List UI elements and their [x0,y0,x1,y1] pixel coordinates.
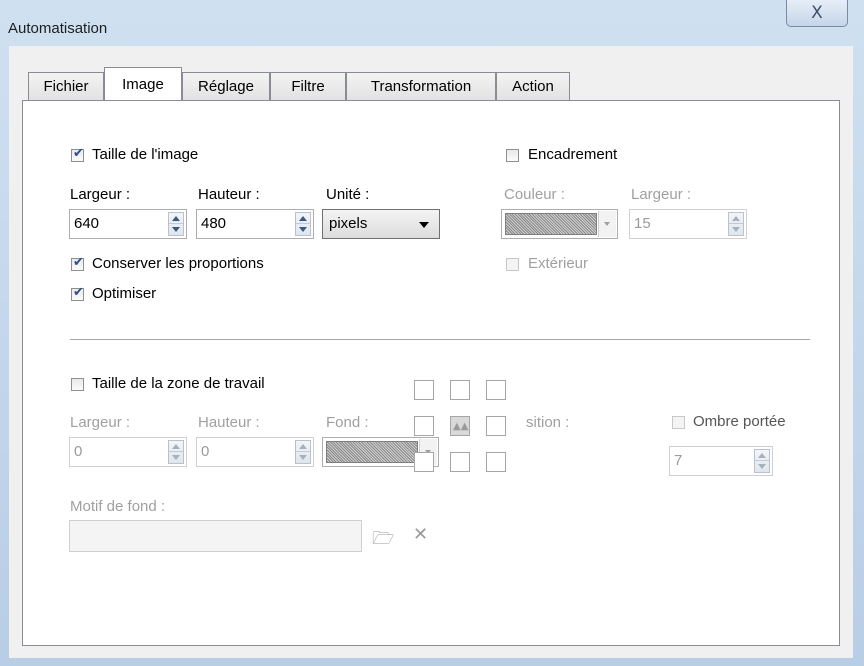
frame-color-label: Couleur : [504,186,565,203]
background-pattern-label: Motif de fond : [70,498,166,515]
image-height-spinner[interactable]: 480 [196,209,314,239]
position-anchor-middle-left[interactable] [414,416,434,436]
position-anchor-top-center[interactable] [450,380,470,400]
section-divider [70,339,810,340]
unit-value: pixels [329,215,368,232]
position-anchor-middle-right[interactable] [486,416,506,436]
chevron-down-icon [419,222,429,228]
optimize-label: Optimiser [92,285,157,302]
tab-action[interactable]: Action [496,72,570,100]
close-x-icon[interactable]: ✕ [413,524,428,545]
keep-ratio-checkbox[interactable]: ✔ [71,255,84,271]
frame-width-label: Largeur : [631,186,692,203]
canvas-width-stepper-arrows[interactable] [168,440,184,464]
frame-width-value: 15 [634,215,651,232]
image-anchor-icon: ▲▲ [453,421,469,432]
drop-shadow-value: 7 [674,452,683,469]
tab-panel-image [22,100,840,646]
frame-outside-label: Extérieur [528,255,589,272]
canvas-background-swatch [326,441,418,463]
image-width-spinner[interactable]: 640 [69,209,187,239]
optimize-checkbox[interactable]: ✔ [71,285,84,301]
drop-shadow-checkbox[interactable] [672,416,685,429]
canvas-size-label: Taille de la zone de travail [92,375,265,392]
tab-transformation[interactable]: Transformation [346,72,496,100]
chevron-down-icon [604,222,610,226]
canvas-background-label: Fond : [326,414,369,431]
folder-open-icon[interactable]: 🗁 [372,526,394,556]
tab-reglage[interactable]: Réglage [182,72,270,100]
position-label: sition : [526,414,570,431]
frame-width-spinner[interactable]: 15 [629,209,747,239]
canvas-width-label: Largeur : [70,414,131,431]
image-height-label: Hauteur : [198,186,260,203]
image-width-value: 640 [74,215,100,232]
canvas-width-value: 0 [74,443,83,460]
canvas-width-spinner[interactable]: 0 [69,437,187,467]
frame-outside-checkbox[interactable] [506,258,519,271]
tab-fichier[interactable]: Fichier [28,72,104,100]
image-size-checkbox[interactable]: ✔ [71,146,84,162]
image-size-label: Taille de l'image [92,146,199,163]
frame-color-dropdown-button[interactable] [598,211,616,237]
position-anchor-center[interactable]: ▲▲ [450,416,470,436]
title-bar: Automatisation X [0,0,864,46]
background-pattern-field[interactable] [69,520,362,552]
drop-shadow-stepper-arrows[interactable] [754,449,770,473]
image-height-value: 480 [201,215,227,232]
image-width-stepper-arrows[interactable] [168,212,184,236]
frame-checkbox[interactable] [506,149,519,162]
unit-select[interactable]: pixels [322,209,440,239]
drop-shadow-label: Ombre portée [693,413,786,430]
frame-color-swatch [505,213,597,235]
unit-label: Unité : [326,186,370,203]
position-anchor-top-right[interactable] [486,380,506,400]
canvas-height-stepper-arrows[interactable] [295,440,311,464]
checkmark-icon: ✔ [73,146,84,161]
image-width-label: Largeur : [70,186,131,203]
canvas-height-spinner[interactable]: 0 [196,437,314,467]
position-anchor-bottom-right[interactable] [486,452,506,472]
keep-ratio-label: Conserver les proportions [92,255,264,272]
drop-shadow-spinner[interactable]: 7 [669,446,773,476]
canvas-height-value: 0 [201,443,210,460]
close-button[interactable]: X [786,0,848,27]
position-anchor-bottom-center[interactable] [450,452,470,472]
tab-image[interactable]: Image [104,67,182,100]
canvas-height-label: Hauteur : [198,414,260,431]
position-anchor-top-left[interactable] [414,380,434,400]
image-height-stepper-arrows[interactable] [295,212,311,236]
window-title: Automatisation [8,20,108,37]
frame-color-picker[interactable] [501,209,618,239]
canvas-size-checkbox[interactable] [71,378,84,391]
checkmark-icon: ✔ [73,255,84,270]
frame-width-stepper-arrows[interactable] [728,212,744,236]
close-icon: X [811,3,823,23]
tab-filtre[interactable]: Filtre [270,72,346,100]
position-anchor-bottom-left[interactable] [414,452,434,472]
checkmark-icon: ✔ [73,285,84,300]
frame-label: Encadrement [528,146,618,163]
